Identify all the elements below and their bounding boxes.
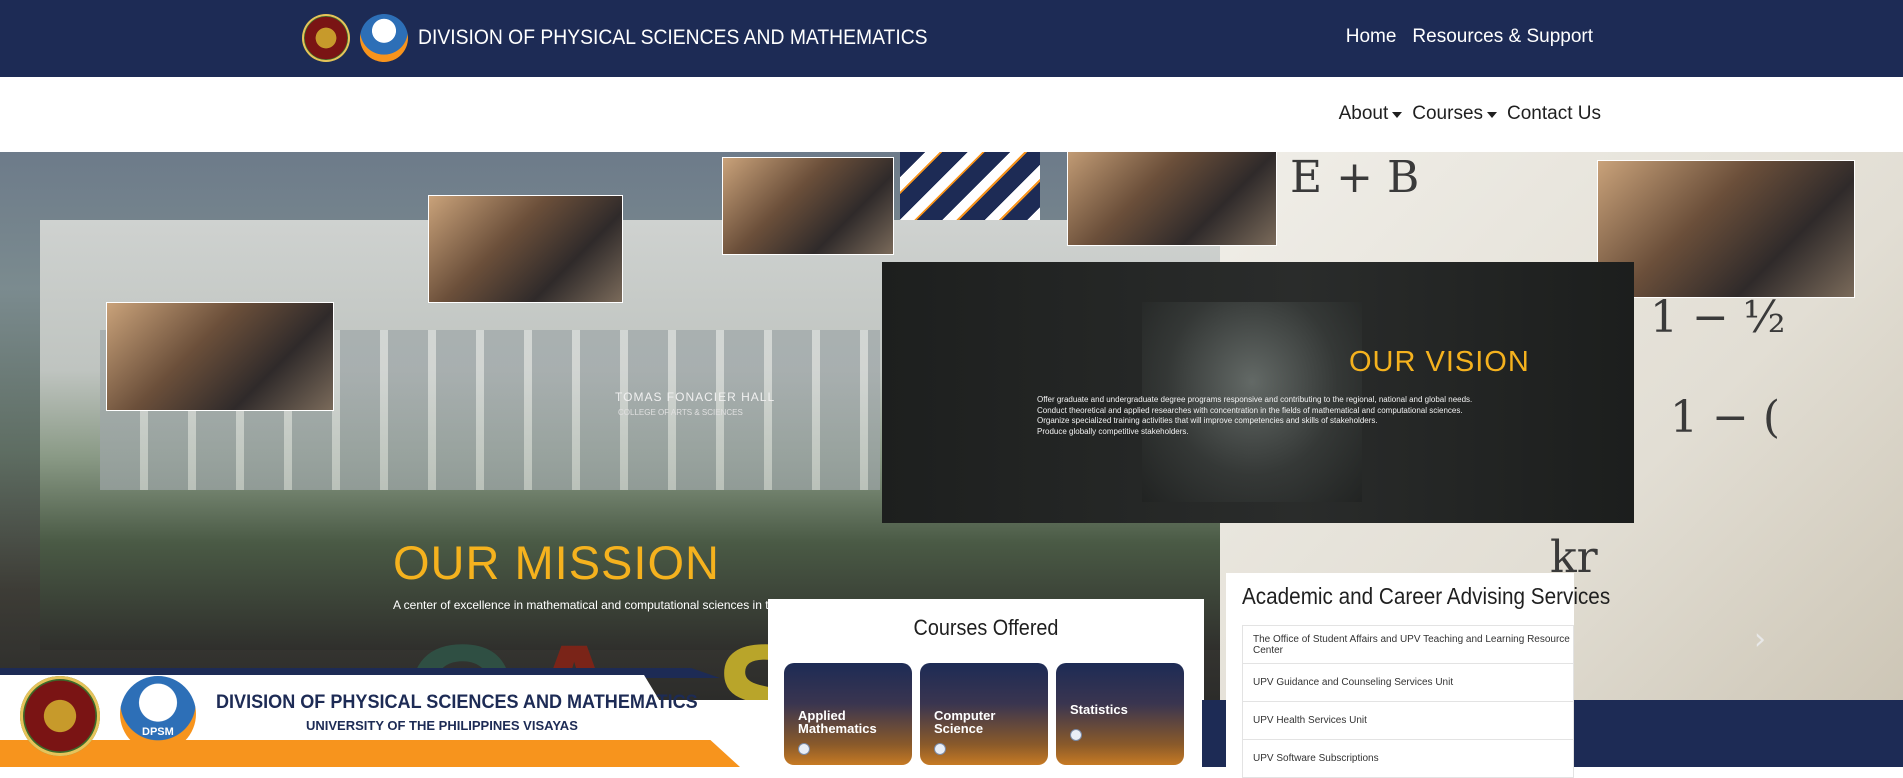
mission-title: OUR MISSION bbox=[393, 536, 720, 589]
top-header: DIVISION OF PHYSICAL SCIENCES AND MATHEM… bbox=[0, 0, 1903, 77]
up-seal-logo bbox=[20, 676, 100, 756]
nav-resources-support[interactable]: Resources & Support bbox=[1412, 26, 1593, 48]
dpsm-logo-text: DPSM bbox=[142, 726, 174, 738]
group-photo bbox=[1597, 160, 1855, 298]
banner-title: DIVISION OF PHYSICAL SCIENCES AND MATHEM… bbox=[216, 692, 698, 713]
building-sign: TOMAS FONACIER HALL bbox=[615, 390, 776, 404]
nav-home[interactable]: Home bbox=[1346, 26, 1397, 48]
caret-down-icon bbox=[1392, 112, 1403, 118]
vision-text: Offer graduate and undergraduate degree … bbox=[1037, 395, 1557, 437]
vision-line: Organize specialized training activities… bbox=[1037, 416, 1378, 425]
course-icon bbox=[934, 743, 946, 755]
banner-subtitle: UNIVERSITY OF THE PHILIPPINES VISAYAS bbox=[306, 718, 578, 733]
course-card-applied-mathematics[interactable]: Applied Mathematics bbox=[784, 663, 912, 765]
courses-offered-panel: Courses Offered Applied Mathematics Comp… bbox=[768, 599, 1204, 767]
nav-courses-dropdown[interactable]: Courses bbox=[1412, 103, 1498, 125]
vision-line: Offer graduate and undergraduate degree … bbox=[1037, 395, 1473, 404]
top-nav: Home Resources & Support bbox=[1346, 26, 1593, 48]
group-photo bbox=[106, 302, 334, 411]
dpsm-logo bbox=[360, 14, 408, 62]
decorative-stripe bbox=[900, 152, 1040, 222]
advising-title: Academic and Career Advising Services bbox=[1242, 583, 1611, 609]
course-icon bbox=[1070, 729, 1082, 741]
caret-down-icon bbox=[1487, 112, 1498, 118]
vision-line: Produce globally competitive stakeholder… bbox=[1037, 426, 1189, 436]
vision-block: OUR VISION Offer graduate and undergradu… bbox=[882, 262, 1634, 523]
advising-link[interactable]: UPV Health Services Unit bbox=[1242, 701, 1574, 739]
building-sub: COLLEGE OF ARTS & SCIENCES bbox=[618, 408, 743, 417]
course-label: Computer Science bbox=[934, 708, 996, 736]
carousel-next-chevron-icon[interactable]: › bbox=[1754, 622, 1774, 657]
advising-link[interactable]: UPV Guidance and Counseling Services Uni… bbox=[1242, 663, 1574, 701]
course-card-computer-science[interactable]: Computer Science bbox=[920, 663, 1048, 765]
advising-list: The Office of Student Affairs and UPV Te… bbox=[1242, 625, 1574, 778]
course-label: Applied Mathematics bbox=[798, 708, 877, 736]
brand[interactable]: DIVISION OF PHYSICAL SCIENCES AND MATHEM… bbox=[302, 12, 972, 64]
group-photo bbox=[428, 195, 623, 303]
course-label: Statistics bbox=[1070, 702, 1128, 717]
advising-link[interactable]: UPV Software Subscriptions bbox=[1242, 739, 1574, 778]
nav-about-label: About bbox=[1338, 103, 1389, 124]
advising-link[interactable]: The Office of Student Affairs and UPV Te… bbox=[1242, 625, 1574, 663]
dpsm-logo: DPSM bbox=[120, 676, 196, 752]
site-title: DIVISION OF PHYSICAL SCIENCES AND MATHEM… bbox=[418, 26, 928, 49]
advising-panel: Academic and Career Advising Services Th… bbox=[1226, 573, 1610, 778]
nav-contact-label: Contact Us bbox=[1507, 103, 1601, 124]
sub-nav: About Courses Contact Us bbox=[1339, 103, 1601, 125]
course-card-statistics[interactable]: Statistics bbox=[1056, 663, 1184, 765]
up-seal-logo bbox=[302, 14, 350, 62]
dpsm-banner: DPSM DIVISION OF PHYSICAL SCIENCES AND M… bbox=[0, 668, 770, 767]
nav-courses-label: Courses bbox=[1412, 103, 1484, 124]
nav-contact-us[interactable]: Contact Us bbox=[1507, 103, 1601, 125]
courses-title: Courses Offered bbox=[913, 615, 1059, 640]
group-photo bbox=[722, 157, 894, 255]
nav-about-dropdown[interactable]: About bbox=[1339, 103, 1403, 125]
vision-line: Conduct theoretical and applied research… bbox=[1037, 405, 1463, 415]
group-photo bbox=[1067, 152, 1277, 246]
vision-title: OUR VISION bbox=[1349, 346, 1530, 378]
course-icon bbox=[798, 743, 810, 755]
